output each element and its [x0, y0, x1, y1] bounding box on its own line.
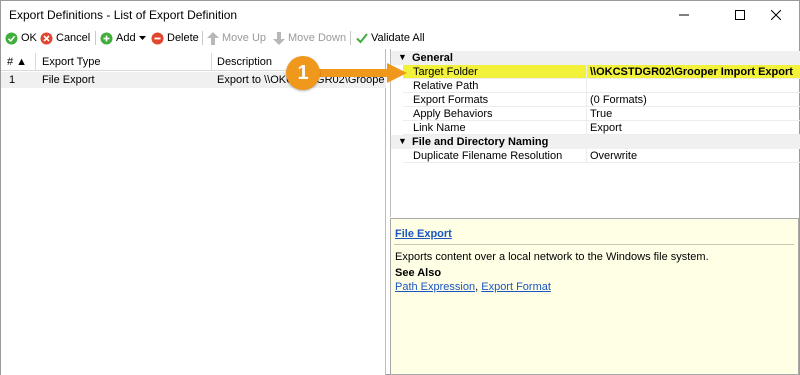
collapse-icon[interactable]: ▼ [398, 136, 407, 146]
property-divider [586, 79, 587, 93]
delete-button[interactable]: Delete [151, 30, 199, 46]
close-icon [771, 9, 781, 20]
column-divider [211, 53, 212, 71]
collapse-icon[interactable]: ▼ [398, 52, 407, 62]
help-title-link[interactable]: File Export [395, 228, 452, 240]
help-panel: File Export Exports content over a local… [390, 218, 799, 375]
property-key: Apply Behaviors [413, 108, 493, 120]
move-up-button[interactable]: Move Up [207, 30, 266, 46]
property-divider [586, 149, 587, 163]
property-divider [586, 65, 587, 79]
toolbar-separator [202, 31, 203, 45]
add-label: Add [116, 32, 136, 44]
export-definitions-window: Export Definitions - List of Export Defi… [0, 0, 800, 375]
category-general[interactable]: ▼ General [391, 51, 800, 65]
add-button[interactable]: Add [100, 30, 146, 46]
property-value[interactable]: (0 Formats) [590, 94, 647, 106]
ok-button[interactable]: OK [5, 30, 37, 46]
export-format-link[interactable]: Export Format [481, 281, 551, 293]
property-duplicate-filename-resolution[interactable]: Duplicate Filename Resolution Overwrite [403, 149, 800, 163]
ok-label: OK [21, 32, 37, 44]
property-divider [586, 107, 587, 121]
dropdown-arrow-icon[interactable] [138, 35, 146, 41]
close-button[interactable] [753, 1, 799, 28]
property-grid: ▼ General Target Folder \\OKCSTDGR02\Gro… [390, 49, 800, 217]
window-title: Export Definitions - List of Export Defi… [9, 8, 238, 22]
delete-label: Delete [167, 32, 199, 44]
property-key: Export Formats [413, 94, 489, 106]
minimize-icon [679, 14, 689, 15]
property-key: Target Folder [413, 66, 478, 78]
validate-label: Validate All [371, 32, 425, 44]
cancel-label: Cancel [56, 32, 91, 44]
property-link-name[interactable]: Link Name Export [403, 121, 800, 135]
export-definition-list[interactable]: # ▲ Export Type Description 1 File Expor… [1, 49, 386, 375]
see-also-heading: See Also [395, 267, 442, 279]
toolbar: OK Cancel Add Delete Move Up Move Down V [1, 28, 799, 48]
move-down-icon [273, 31, 285, 45]
help-divider [394, 244, 794, 245]
column-header-export-type[interactable]: Export Type [42, 56, 101, 68]
validate-icon [356, 33, 368, 44]
category-label: General [412, 52, 453, 64]
see-also-links: Path Expression, Export Format [395, 281, 551, 293]
category-file-and-directory-naming[interactable]: ▼ File and Directory Naming [391, 135, 800, 149]
property-target-folder[interactable]: Target Folder \\OKCSTDGR02\Grooper Impor… [403, 65, 800, 79]
property-divider [586, 121, 587, 135]
property-apply-behaviors[interactable]: Apply Behaviors True [403, 107, 800, 121]
property-export-formats[interactable]: Export Formats (0 Formats) [403, 93, 800, 107]
move-down-label: Move Down [288, 32, 347, 44]
title-bar: Export Definitions - List of Export Defi… [1, 1, 799, 28]
path-expression-link[interactable]: Path Expression [395, 281, 475, 293]
property-key: Duplicate Filename Resolution [413, 150, 563, 162]
row-number: 1 [9, 74, 16, 86]
move-up-label: Move Up [222, 32, 267, 44]
cancel-icon [40, 32, 53, 44]
property-key: Relative Path [413, 80, 479, 92]
property-value[interactable]: True [590, 108, 612, 120]
callout-arrow-icon [311, 63, 407, 83]
toolbar-separator [350, 31, 351, 45]
move-down-button[interactable]: Move Down [273, 30, 346, 46]
help-description: Exports content over a local network to … [395, 251, 709, 263]
category-label: File and Directory Naming [412, 136, 549, 148]
property-value[interactable]: Overwrite [590, 150, 637, 162]
callout-badge: 1 [286, 56, 320, 90]
ok-icon [5, 32, 18, 44]
add-icon [100, 32, 113, 44]
toolbar-separator [95, 31, 96, 45]
property-value[interactable]: Export [590, 122, 622, 134]
column-header-description[interactable]: Description [217, 56, 272, 68]
delete-icon [151, 32, 164, 44]
property-relative-path[interactable]: Relative Path [403, 79, 800, 93]
minimize-button[interactable] [661, 1, 707, 28]
property-value[interactable]: \\OKCSTDGR02\Grooper Import Export [590, 66, 793, 78]
column-header-number[interactable]: # ▲ [7, 56, 27, 68]
validate-all-button[interactable]: Validate All [356, 30, 425, 46]
cancel-button[interactable]: Cancel [40, 30, 90, 46]
column-divider [35, 53, 36, 71]
property-key: Link Name [413, 122, 466, 134]
row-export-type: File Export [42, 74, 95, 86]
move-up-icon [207, 31, 219, 45]
property-divider [586, 93, 587, 107]
maximize-icon [735, 9, 745, 20]
